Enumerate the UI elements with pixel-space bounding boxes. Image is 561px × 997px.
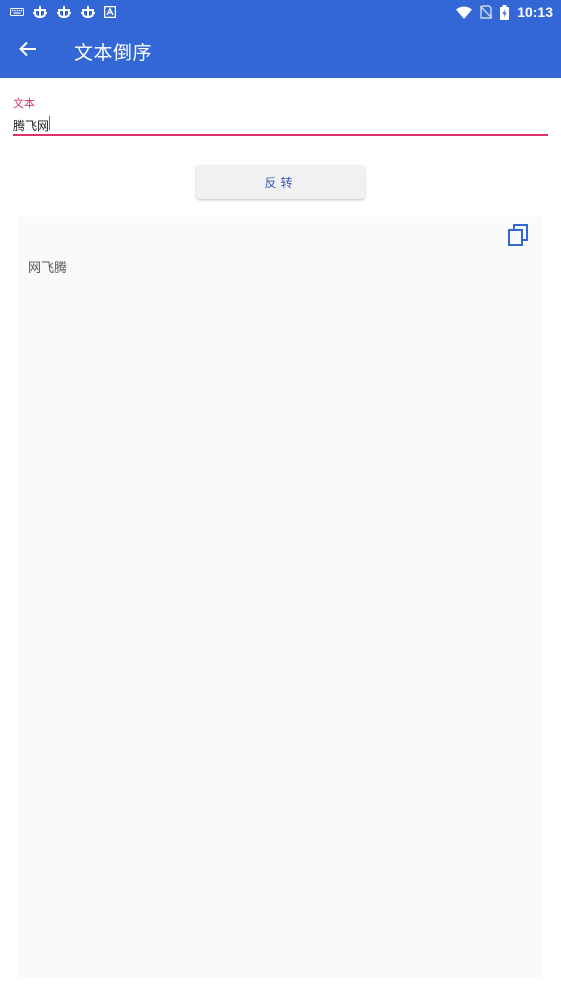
bug-icon bbox=[32, 4, 48, 20]
text-field-label: 文本 bbox=[13, 97, 35, 110]
result-text: 网飞腾 bbox=[28, 261, 68, 276]
text-input-field: 文本 bbox=[13, 95, 548, 137]
battery-icon bbox=[500, 4, 510, 20]
text-field-underline bbox=[13, 134, 548, 136]
text-cursor bbox=[49, 116, 50, 130]
arrow-left-icon bbox=[19, 40, 37, 62]
status-bar-left bbox=[10, 4, 116, 20]
wifi-icon bbox=[456, 6, 473, 19]
back-button[interactable] bbox=[0, 24, 56, 78]
page-title: 文本倒序 bbox=[74, 41, 153, 64]
keyboard-icon bbox=[10, 7, 24, 17]
copy-button[interactable] bbox=[506, 223, 530, 247]
text-input[interactable] bbox=[13, 115, 548, 135]
copy-icon bbox=[506, 224, 530, 251]
bug-icon bbox=[56, 4, 72, 20]
a-box-icon bbox=[104, 6, 116, 18]
status-bar: 10:13 bbox=[0, 0, 561, 24]
result-panel: 网飞腾 bbox=[19, 217, 542, 978]
bug-icon bbox=[80, 4, 96, 20]
status-bar-right: 10:13 bbox=[456, 4, 553, 20]
app-bar: 文本倒序 bbox=[0, 24, 561, 78]
no-sim-icon bbox=[480, 5, 493, 19]
status-time: 10:13 bbox=[517, 4, 553, 20]
reverse-button[interactable]: 反转 bbox=[196, 165, 365, 199]
